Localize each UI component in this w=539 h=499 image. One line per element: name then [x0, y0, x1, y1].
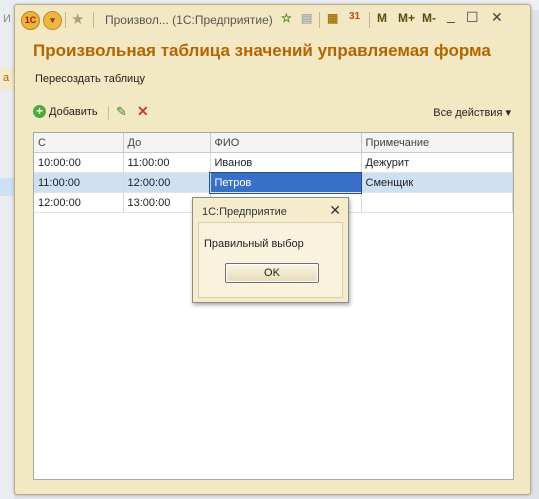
all-actions-menu[interactable]: Все действия ▾ — [433, 106, 511, 119]
window-title: Произвол... (1С:Предприятие) — [105, 13, 273, 27]
table-row[interactable]: 10:00:00 11:00:00 Иванов Дежурит — [34, 152, 513, 173]
delete-icon[interactable]: ✕ — [137, 103, 149, 120]
dialog-body — [198, 222, 343, 298]
memory-plus-button[interactable]: M+ — [398, 11, 415, 25]
column-header-note[interactable]: Примечание — [361, 133, 513, 153]
memory-button[interactable]: M — [377, 11, 387, 25]
column-header-name[interactable]: ФИО — [210, 133, 362, 153]
add-button[interactable]: + Добавить — [33, 105, 98, 118]
column-header-from[interactable]: С — [34, 133, 124, 153]
dialog-title: 1С:Предприятие — [202, 206, 287, 218]
ok-button[interactable]: OK — [225, 263, 319, 283]
maximize-button[interactable]: ☐ — [466, 9, 479, 26]
table-cell[interactable]: Дежурит — [361, 152, 513, 173]
message-dialog: 1С:Предприятие ✕ Правильный выбор OK — [192, 197, 349, 303]
memory-minus-button[interactable]: M- — [422, 11, 436, 25]
edit-pencil-icon[interactable]: ✎ — [116, 104, 127, 120]
table-cell[interactable]: 11:00:00 — [123, 152, 211, 173]
dialog-close-icon[interactable]: ✕ — [329, 202, 341, 219]
table-cell-current[interactable]: Петров — [209, 171, 362, 194]
history-icon[interactable]: ▤ — [301, 11, 312, 25]
table-header-row: С До ФИО Примечание — [34, 133, 513, 153]
add-favorite-icon[interactable]: ☆ — [281, 11, 292, 25]
recreate-table-button[interactable]: Пересоздать таблицу — [35, 73, 145, 85]
1c-logo-icon[interactable]: 1С — [21, 11, 40, 30]
values-table[interactable]: С До ФИО Примечание 10:00:00 11:00:00 Ив… — [33, 132, 514, 480]
form-title: Произвольная таблица значений управляема… — [33, 41, 491, 60]
table-cell[interactable] — [361, 192, 513, 213]
add-button-label: Добавить — [49, 105, 98, 118]
divider — [65, 12, 66, 28]
star-icon[interactable]: ★ — [71, 10, 84, 28]
plus-icon: + — [33, 105, 46, 118]
close-button[interactable]: ✕ — [491, 9, 503, 26]
title-bar: 1С ▾ ★ Произвол... (1С:Предприятие) ☆ ▤ … — [15, 5, 530, 33]
table-cell[interactable]: 11:00:00 — [34, 172, 124, 193]
divider — [319, 12, 320, 28]
background-text: а — [3, 72, 10, 84]
dialog-message: Правильный выбор — [204, 238, 304, 250]
background-text: И — [3, 13, 11, 25]
table-cell[interactable]: 10:00:00 — [34, 152, 124, 173]
divider — [93, 12, 94, 28]
minimize-button[interactable]: _ — [447, 7, 455, 23]
table-cell[interactable]: Иванов — [210, 152, 362, 173]
table-toolbar: + Добавить ✎ ✕ Все действия ▾ — [33, 103, 511, 123]
table-row-selected[interactable]: 11:00:00 12:00:00 Петров Сменщик — [34, 171, 513, 194]
calendar-icon[interactable]: 31 — [349, 11, 360, 22]
column-header-to[interactable]: До — [123, 133, 211, 153]
calculator-icon[interactable]: ▦ — [327, 11, 338, 25]
table-cell[interactable]: Сменщик — [361, 172, 513, 193]
table-cell[interactable]: 12:00:00 — [123, 172, 211, 193]
main-menu-icon[interactable]: ▾ — [43, 11, 62, 30]
background-selected-row — [0, 178, 14, 196]
divider — [108, 106, 109, 120]
divider — [369, 12, 370, 28]
table-cell[interactable]: 12:00:00 — [34, 192, 124, 213]
